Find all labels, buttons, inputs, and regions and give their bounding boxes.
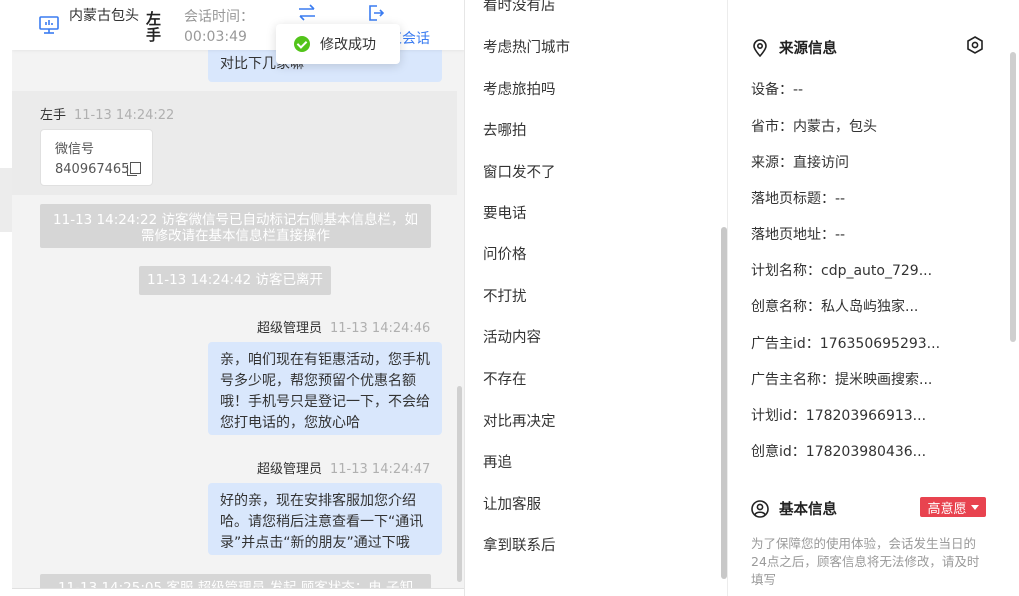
chat-scrollbar[interactable] [457,386,462,582]
message-time: 11-13 14:24:46 [330,321,431,336]
agent-message-bubble: 好的亲，现在安排客服加您介绍哈。请您稍后注意查看一下“通讯录”并点击“新的朋友”… [208,483,442,555]
info-row-device: 设备：-- [751,79,951,99]
info-scrollbar[interactable] [1010,52,1016,342]
info-label: 计划名称： [751,263,821,279]
info-label: 广告主名称： [751,372,835,388]
info-value: -- [793,82,804,98]
quick-reply-item[interactable]: 考虑旅拍吗 [483,78,556,99]
visitor-name: 左手 [146,10,162,44]
transfer-icon[interactable] [296,4,318,22]
info-label: 设备： [751,82,793,98]
message-sender: 超级管理员 [257,321,323,336]
info-value: 176350695293... [819,336,941,352]
edit-notice: 为了保障您的使用体验，会话发生当日的24点之后，顾客信息将无法修改，请及时填写 [751,536,980,587]
quick-reply-item[interactable]: 看时没有店 [483,0,556,15]
info-row-landing-url: 落地页地址：-- [751,224,951,244]
session-time-label: 会话时间： [184,9,254,25]
wechat-value: 840967465 [55,162,130,177]
message-sender: 超级管理员 [257,462,323,477]
toast-text: 修改成功 [320,37,376,53]
quick-reply-item[interactable]: 让加客服 [483,493,541,514]
quick-reply-panel: 看时没有店 考虑热门城市 考虑旅拍吗 去哪拍 窗口发不了 要电话 问价格 不打扰… [466,0,728,596]
settings-icon[interactable] [965,35,985,55]
info-row-creative-name: 创意名称：私人岛屿独家... [751,296,951,316]
info-label: 创意id： [751,444,806,460]
message-meta: 超级管理员 11-13 14:24:46 [257,317,430,336]
info-value: 178203966913... [805,408,927,424]
source-info-title: 来源信息 [751,37,837,58]
message-time: 11-13 14:24:22 [74,108,175,123]
message-sender: 左手 [40,108,67,123]
visitor-location: 内蒙古包头 [69,8,139,24]
wechat-label: 微信号 [55,142,95,157]
quick-reply-item[interactable]: 去哪拍 [483,119,527,140]
message-time: 11-13 14:24:47 [330,462,431,477]
info-row-landing-title: 落地页标题：-- [751,188,951,208]
exit-icon[interactable] [367,4,385,22]
info-value: -- [835,191,846,207]
info-label: 广告主id： [751,336,820,352]
left-edge-shade [0,168,12,232]
info-row-advertiser-name: 广告主名称：提米映画搜索... [751,369,951,389]
quick-reply-item[interactable]: 不存在 [483,368,527,389]
basic-info-title: 基本信息 [751,498,837,519]
quick-reply-item[interactable]: 要电话 [483,202,527,223]
info-row-creative-id: 创意id：178203980436... [751,441,951,461]
left-edge [0,0,12,596]
message-meta: 左手 11-13 14:24:22 [40,104,174,123]
info-value: 178203980436... [805,444,927,460]
info-value: 直接访问 [793,155,849,171]
copy-icon[interactable] [127,162,142,176]
agent-message-bubble: 亲，咱们现在有钜惠活动，您手机号多少呢，帮您预留个优惠名额哦！手机号只是登记一下… [208,342,442,435]
caret-down-icon [970,504,979,510]
quick-reply-item[interactable]: 活动内容 [483,326,541,347]
app-root: 内蒙古包头 左手 会话时间： 00:03:49 束会话 对比下几家嘛 左手 11-… [0,0,1019,596]
monitor-icon [39,16,59,34]
quick-reply-item[interactable]: 不打扰 [483,285,527,306]
quick-reply-item[interactable]: 窗口发不了 [483,161,556,182]
info-label: 来源： [751,155,793,171]
source-info-label: 来源信息 [779,41,837,57]
quick-reply-item[interactable]: 拿到联系后 [483,534,556,555]
info-row-region: 省市：内蒙古，包头 [751,116,951,136]
basic-info-label: 基本信息 [779,502,837,518]
success-toast: 修改成功 [276,24,400,64]
info-label: 落地页标题： [751,191,835,207]
location-pin-icon [753,38,767,57]
info-row-plan-name: 计划名称：cdp_auto_729... [751,260,951,280]
quick-reply-item[interactable]: 问价格 [483,243,527,264]
quick-reply-item[interactable]: 再追 [483,451,512,472]
info-value: 私人岛屿独家... [821,299,919,315]
quick-reply-item[interactable]: 考虑热门城市 [483,36,570,57]
info-value: cdp_auto_729... [821,263,933,279]
info-value: -- [835,227,846,243]
info-value: 提米映画搜索... [835,372,933,388]
info-label: 省市： [751,119,793,135]
quick-reply-scrollbar[interactable] [721,227,727,579]
info-value: 内蒙古，包头 [793,119,877,135]
user-circle-icon [751,499,769,518]
intent-level-label: 高意愿 [927,501,967,517]
system-message: 11-13 14:24:42 访客已离开 [139,266,331,295]
visitor-info-panel: 来源信息 设备：-- 省市：内蒙古，包头 来源：直接访问 落地页标题：-- 落地… [729,0,1019,596]
chat-input-edge [12,588,464,596]
system-message: 11-13 14:24:22 访客微信号已自动标记右侧基本信息栏，如需修改请在基… [40,204,431,248]
info-label: 计划id： [751,408,806,424]
info-row-plan-id: 计划id：178203966913... [751,405,951,425]
info-label: 创意名称： [751,299,821,315]
check-circle-icon [294,36,310,52]
message-meta: 超级管理员 11-13 14:24:47 [257,458,430,477]
quick-reply-item[interactable]: 对比再决定 [483,410,556,431]
info-label: 落地页地址： [751,227,835,243]
chat-panel: 内蒙古包头 左手 会话时间： 00:03:49 束会话 对比下几家嘛 左手 11-… [12,0,465,596]
info-row-source: 来源：直接访问 [751,152,951,172]
wechat-card: 微信号 840967465 [40,129,153,186]
info-row-advertiser-id: 广告主id：176350695293... [751,333,951,353]
intent-level-dropdown[interactable]: 高意愿 [920,497,986,517]
session-time-value: 00:03:49 [184,29,247,45]
